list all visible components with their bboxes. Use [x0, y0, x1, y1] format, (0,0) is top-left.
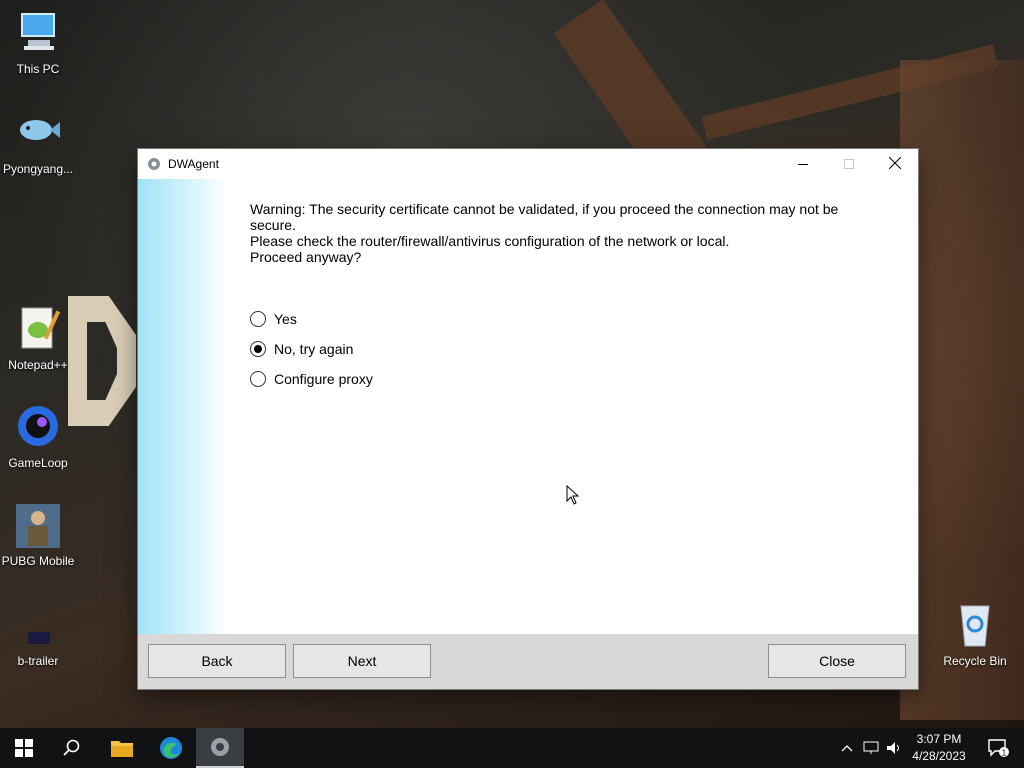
fish-icon: [14, 110, 62, 158]
desktop-icon-recycle-bin[interactable]: Recycle Bin: [937, 602, 1013, 668]
dwagent-window: DWAgent Warning: The security certificat…: [138, 149, 918, 689]
edge-icon[interactable]: [147, 728, 195, 768]
option-no-try-again[interactable]: No, try again: [250, 334, 373, 364]
notepadpp-icon: [14, 306, 62, 354]
desktop-icon-b-trailer[interactable]: b-trailer: [0, 602, 76, 668]
warning-message: Warning: The security certificate cannot…: [250, 201, 870, 265]
next-button[interactable]: Next: [293, 644, 431, 678]
close-icon: [888, 156, 902, 172]
network-icon[interactable]: [860, 728, 882, 768]
video-file-icon: [14, 602, 62, 650]
option-yes[interactable]: Yes: [250, 304, 373, 334]
radio-configure-proxy[interactable]: [250, 371, 266, 387]
clock-date: 4/28/2023: [912, 749, 966, 763]
button-bar: Back Next Close: [138, 634, 918, 689]
radio-yes[interactable]: [250, 311, 266, 327]
show-hidden-icons-icon[interactable]: [838, 728, 856, 768]
clock-time: 3:07 PM: [916, 732, 962, 746]
title-bar[interactable]: DWAgent: [138, 149, 918, 179]
desktop-icon-label: Notepad++: [8, 358, 68, 372]
option-label: Yes: [274, 311, 297, 327]
recycle-bin-icon: [951, 602, 999, 650]
taskbar: 3:07 PM 4/28/2023 1: [0, 728, 1024, 768]
desktop-icon-label: Recycle Bin: [943, 654, 1007, 668]
back-button[interactable]: Back: [148, 644, 286, 678]
clock[interactable]: 3:07 PM 4/28/2023: [904, 731, 974, 765]
warning-line: Please check the router/firewall/antivir…: [250, 233, 730, 249]
desktop-icon-label: This PC: [16, 62, 60, 76]
desktop-icon-pubg[interactable]: PUBG Mobile: [0, 502, 76, 568]
desktop-icon-label: b-trailer: [17, 654, 59, 668]
desktop-icon-label: Pyongyang...: [2, 162, 74, 176]
pubg-icon: [14, 502, 62, 550]
gameloop-icon: [14, 404, 62, 452]
mouse-cursor-icon: [566, 484, 580, 508]
desktop-icon-this-pc[interactable]: This PC: [0, 10, 76, 76]
close-window-button[interactable]: [872, 149, 918, 179]
side-banner: [138, 179, 228, 634]
maximize-icon: [844, 156, 854, 172]
radio-no-try-again[interactable]: [250, 341, 266, 357]
option-configure-proxy[interactable]: Configure proxy: [250, 364, 373, 394]
option-label: Configure proxy: [274, 371, 373, 387]
desktop-icon-label: GameLoop: [8, 456, 68, 470]
notification-center-icon[interactable]: 1: [978, 728, 1018, 768]
proceed-options: Yes No, try again Configure proxy: [250, 304, 373, 394]
file-explorer-icon[interactable]: [98, 728, 146, 768]
desktop-icon-gameloop[interactable]: GameLoop: [0, 404, 76, 470]
warning-line: Warning: The security certificate cannot…: [250, 201, 839, 233]
desktop-icon-label: PUBG Mobile: [1, 554, 75, 568]
search-icon[interactable]: [48, 728, 96, 768]
minimize-button[interactable]: [780, 149, 826, 179]
dwagent-gear-icon: [146, 156, 162, 172]
windows-start-icon[interactable]: [0, 728, 48, 768]
desktop-icon-pyongyang[interactable]: Pyongyang...: [0, 110, 76, 176]
option-label: No, try again: [274, 341, 354, 357]
dialog-content: Warning: The security certificate cannot…: [138, 179, 918, 634]
computer-icon: [14, 10, 62, 58]
wallpaper-letter: [68, 296, 136, 426]
dwagent-icon[interactable]: [196, 728, 244, 768]
warning-line: Proceed anyway?: [250, 249, 362, 265]
desktop-icon-notepadpp[interactable]: Notepad++: [0, 306, 76, 372]
volume-icon[interactable]: [884, 728, 904, 768]
window-title: DWAgent: [168, 157, 219, 171]
notification-count: 1: [1002, 749, 1007, 758]
maximize-button: [826, 149, 872, 179]
close-button[interactable]: Close: [768, 644, 906, 678]
minimize-icon: [798, 156, 808, 172]
